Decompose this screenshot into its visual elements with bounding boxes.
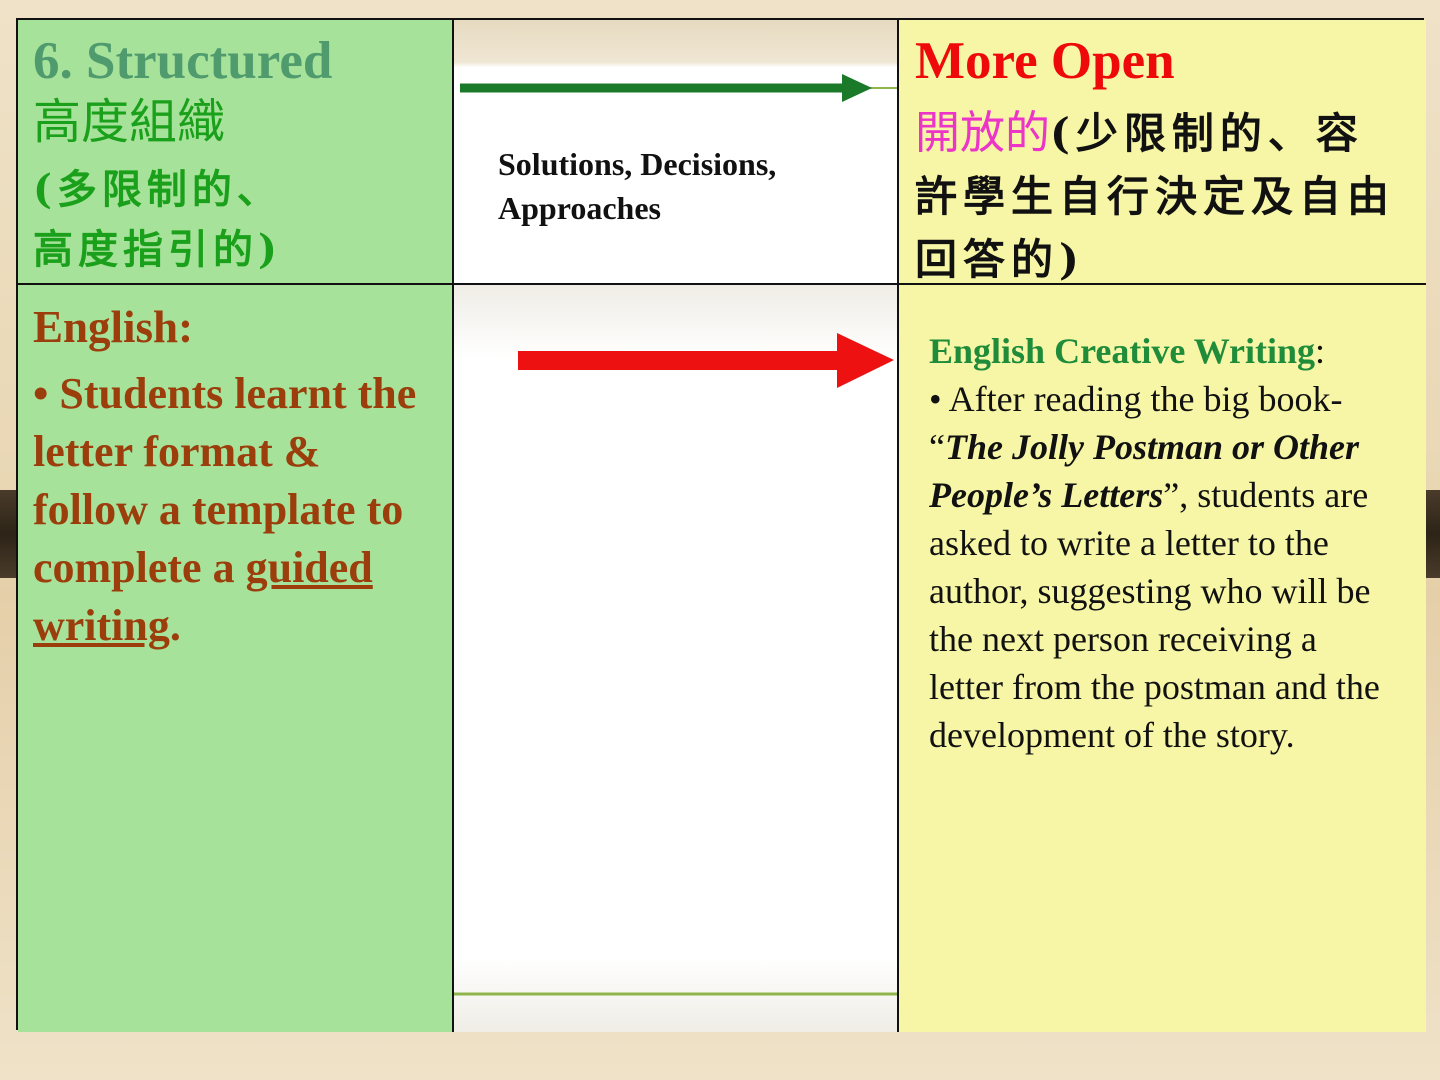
structured-zh-title: 高度組織 bbox=[33, 94, 226, 150]
arrow-cell bbox=[454, 285, 899, 1032]
open-example-bullet-end: ”, students are asked to write a letter … bbox=[929, 475, 1380, 755]
structured-zh-line2: (多限制的、 bbox=[33, 166, 282, 213]
structured-example-heading: English: bbox=[33, 302, 194, 352]
dimension-label-line2: Approaches bbox=[498, 190, 661, 226]
guided-underlined-text: guided bbox=[245, 543, 373, 592]
structured-header-cell: 6. Structured 高度組織 (多限制的、 高度指引的) bbox=[18, 20, 454, 285]
open-example-text: English Creative Writing: • After reading… bbox=[929, 327, 1386, 759]
red-arrow-head-icon bbox=[837, 333, 894, 388]
red-arrow-shaft bbox=[518, 351, 843, 370]
open-zh-description: 開放的(少限制的、容許學生自行決定及自由回答的) bbox=[915, 102, 1404, 283]
structured-example-cell: English: • Students learnt the letter fo… bbox=[18, 285, 454, 1032]
open-zh-title: 開放的 bbox=[915, 106, 1051, 159]
structured-example-end: . bbox=[169, 601, 181, 650]
writing-underlined-text: writing bbox=[33, 601, 170, 650]
structured-example-text: • Students learnt the letter format & fo… bbox=[33, 365, 446, 655]
open-title: More Open bbox=[915, 32, 1175, 90]
bottom-arrow-graphic bbox=[454, 333, 897, 996]
comparison-table: 6. Structured 高度組織 (多限制的、 高度指引的) Solutio… bbox=[16, 18, 1426, 1032]
structured-title: 6. Structured bbox=[33, 32, 333, 90]
dimension-label-line1: Solutions, Decisions, bbox=[498, 146, 777, 182]
open-example-colon: : bbox=[1315, 331, 1326, 371]
open-example-cell: English Creative Writing: • After reading… bbox=[899, 285, 1426, 1032]
structured-zh-line3: 高度指引的) bbox=[33, 226, 282, 273]
open-example-heading: English Creative Writing bbox=[929, 331, 1316, 371]
dimension-header-cell: Solutions, Decisions, Approaches bbox=[454, 20, 899, 285]
dimension-label: Solutions, Decisions, Approaches bbox=[498, 142, 776, 230]
open-header-cell: More Open 開放的(少限制的、容許學生自行決定及自由回答的) bbox=[899, 20, 1426, 285]
structured-zh-description: (多限制的、 高度指引的) bbox=[33, 160, 282, 280]
top-arrow-head-icon bbox=[842, 74, 872, 102]
